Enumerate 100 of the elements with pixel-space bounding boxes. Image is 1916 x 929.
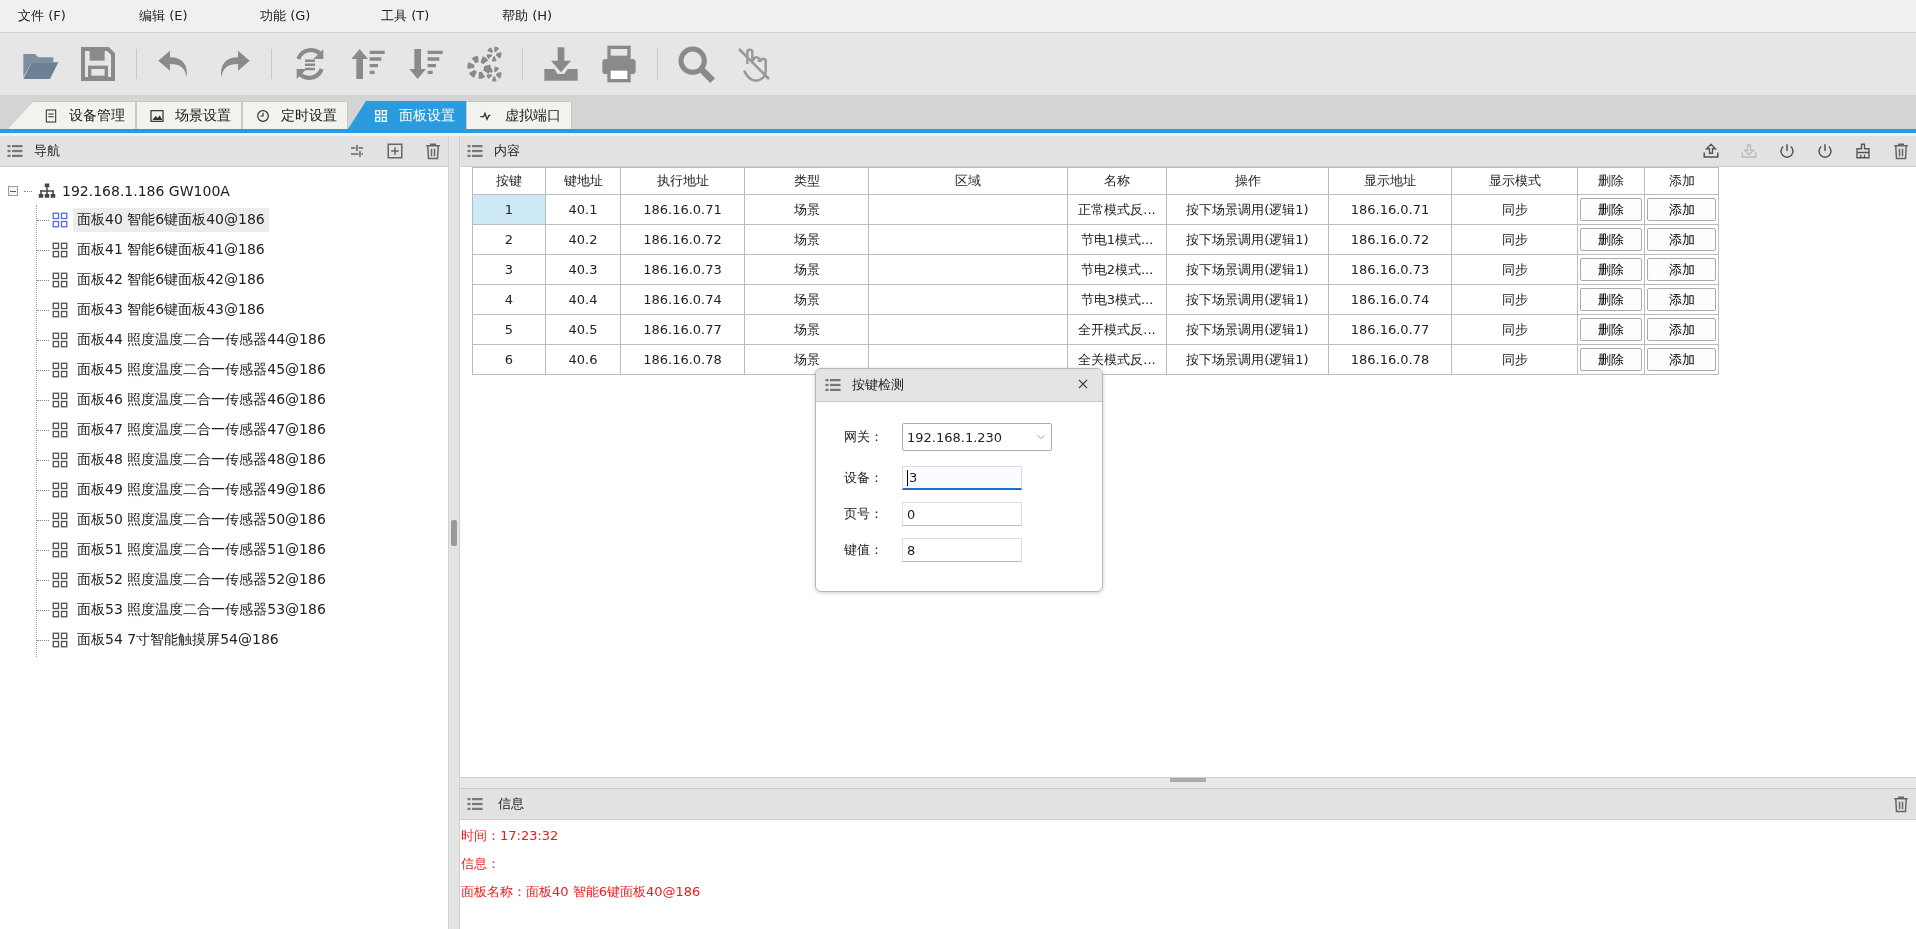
table-cell: 同步: [1451, 194, 1578, 225]
delete-button[interactable]: 删除: [1580, 228, 1642, 251]
tab[interactable]: 虚拟端口: [466, 101, 572, 129]
input-field[interactable]: 0: [902, 502, 1022, 526]
grid-icon: [51, 391, 69, 409]
tree-item[interactable]: 面板51 照度温度二合一传感器51@186: [73, 538, 330, 562]
tree-item[interactable]: 面板40 智能6键面板40@186: [73, 208, 269, 232]
column-header: 执行地址: [620, 167, 745, 195]
add-button[interactable]: 添加: [1647, 288, 1716, 311]
table-cell: 186.16.0.73: [1328, 254, 1452, 285]
collapse-toggle[interactable]: [8, 186, 18, 196]
list-icon: [6, 142, 24, 160]
tree-item[interactable]: 面板45 照度温度二合一传感器45@186: [73, 358, 330, 382]
trash-icon[interactable]: [1892, 142, 1910, 160]
field-label: 键值：: [844, 541, 884, 559]
add-button[interactable]: 添加: [1647, 318, 1716, 341]
table-cell[interactable]: 1: [472, 194, 546, 225]
tree-item[interactable]: 面板47 照度温度二合一传感器47@186: [73, 418, 330, 442]
menu-item[interactable]: 帮助 (H): [502, 7, 623, 25]
table-cell: 40.1: [545, 194, 621, 225]
table-cell: 186.16.0.78: [1328, 344, 1452, 375]
table-cell: 186.16.0.77: [620, 314, 745, 345]
tree-item[interactable]: 面板42 智能6键面板42@186: [73, 268, 269, 292]
table-cell: 186.16.0.72: [1328, 224, 1452, 255]
trash-icon[interactable]: [1892, 795, 1910, 813]
input-field[interactable]: 3: [902, 466, 1022, 490]
table-cell: 186.16.0.74: [1328, 284, 1452, 315]
download-icon[interactable]: [541, 44, 581, 84]
table-cell: 同步: [1451, 254, 1578, 285]
table-cell[interactable]: 3: [472, 254, 546, 285]
table-cell: 按下场景调用(逻辑1): [1166, 314, 1329, 345]
add-icon[interactable]: [386, 142, 404, 160]
print-icon[interactable]: [599, 44, 639, 84]
table-cell[interactable]: 6: [472, 344, 546, 375]
clock-icon: [255, 107, 271, 124]
search-icon[interactable]: [676, 44, 716, 84]
table-cell: 场景: [744, 224, 869, 255]
splitter-handle[interactable]: [451, 519, 457, 546]
table-cell[interactable]: 5: [472, 314, 546, 345]
menu-item[interactable]: 文件 (F): [18, 7, 139, 25]
power-icon[interactable]: [1778, 142, 1796, 160]
grid-icon: [51, 541, 69, 559]
table-cell[interactable]: 4: [472, 284, 546, 315]
table-cell: 按下场景调用(逻辑1): [1166, 254, 1329, 285]
power-icon[interactable]: [1816, 142, 1834, 160]
table-cell: 186.16.0.71: [1328, 194, 1452, 225]
tree-item[interactable]: 面板53 照度温度二合一传感器53@186: [73, 598, 330, 622]
grid-icon: [51, 571, 69, 589]
column-header: 删除: [1577, 167, 1645, 195]
table-cell: 按下场景调用(逻辑1): [1166, 194, 1329, 225]
tree-item[interactable]: 面板48 照度温度二合一传感器48@186: [73, 448, 330, 472]
input-field[interactable]: 8: [902, 538, 1022, 562]
table-cell: 40.2: [545, 224, 621, 255]
grid-icon: [51, 241, 69, 259]
delete-button[interactable]: 删除: [1580, 348, 1642, 371]
tab[interactable]: 设备管理: [8, 101, 136, 129]
gears-icon[interactable]: [464, 44, 504, 84]
tab[interactable]: 场景设置: [136, 101, 242, 129]
delete-button[interactable]: 删除: [1580, 288, 1642, 311]
add-button[interactable]: 添加: [1647, 228, 1716, 251]
log-line: 信息：: [461, 855, 501, 873]
menu-item[interactable]: 工具 (T): [381, 7, 502, 25]
table-cell: 同步: [1451, 224, 1578, 255]
table-cell[interactable]: 2: [472, 224, 546, 255]
panel-title: 内容: [494, 142, 521, 160]
tree-item[interactable]: 面板43 智能6键面板43@186: [73, 298, 269, 322]
table-cell: 按下场景调用(逻辑1): [1166, 224, 1329, 255]
delete-button[interactable]: 删除: [1580, 258, 1642, 281]
network-icon: [38, 182, 56, 200]
tree-item[interactable]: 面板50 照度温度二合一传感器50@186: [73, 508, 330, 532]
tree-item[interactable]: 192.168.1.186 GW100A: [62, 183, 230, 199]
panel-title: 信息: [498, 795, 525, 813]
brush-icon[interactable]: [1854, 142, 1872, 160]
add-button[interactable]: 添加: [1647, 258, 1716, 281]
save-icon[interactable]: [78, 44, 118, 84]
gateway-dropdown[interactable]: 192.168.1.230: [902, 423, 1052, 451]
tree-item[interactable]: 面板52 照度温度二合一传感器52@186: [73, 568, 330, 592]
trash-icon[interactable]: [424, 142, 442, 160]
tree-item[interactable]: 面板41 智能6键面板41@186: [73, 238, 269, 262]
upload-icon[interactable]: [1702, 142, 1720, 160]
add-button[interactable]: 添加: [1647, 348, 1716, 371]
download-icon[interactable]: [1740, 142, 1758, 160]
tree-item[interactable]: 面板54 7寸智能触摸屏54@186: [73, 628, 283, 652]
tree-item[interactable]: 面板49 照度温度二合一传感器49@186: [73, 478, 330, 502]
table-cell: 全开模式反...: [1067, 314, 1167, 345]
log-line: 面板名称：面板40 智能6键面板40@186: [461, 883, 702, 901]
delete-button[interactable]: 删除: [1580, 318, 1642, 341]
table-cell: 40.5: [545, 314, 621, 345]
tree-item[interactable]: 面板46 照度温度二合一传感器46@186: [73, 388, 330, 412]
menu-item[interactable]: 功能 (G): [260, 7, 381, 25]
image-icon: [149, 107, 165, 124]
delete-button[interactable]: 删除: [1580, 198, 1642, 221]
table-cell: 同步: [1451, 344, 1578, 375]
tab[interactable]: 定时设置: [242, 101, 348, 129]
add-button[interactable]: 添加: [1647, 198, 1716, 221]
sliders-icon[interactable]: [348, 142, 366, 160]
menu-item[interactable]: 编辑 (E): [139, 7, 260, 25]
splitter-handle[interactable]: [1170, 778, 1206, 782]
table-cell: 40.3: [545, 254, 621, 285]
tree-item[interactable]: 面板44 照度温度二合一传感器44@186: [73, 328, 330, 352]
